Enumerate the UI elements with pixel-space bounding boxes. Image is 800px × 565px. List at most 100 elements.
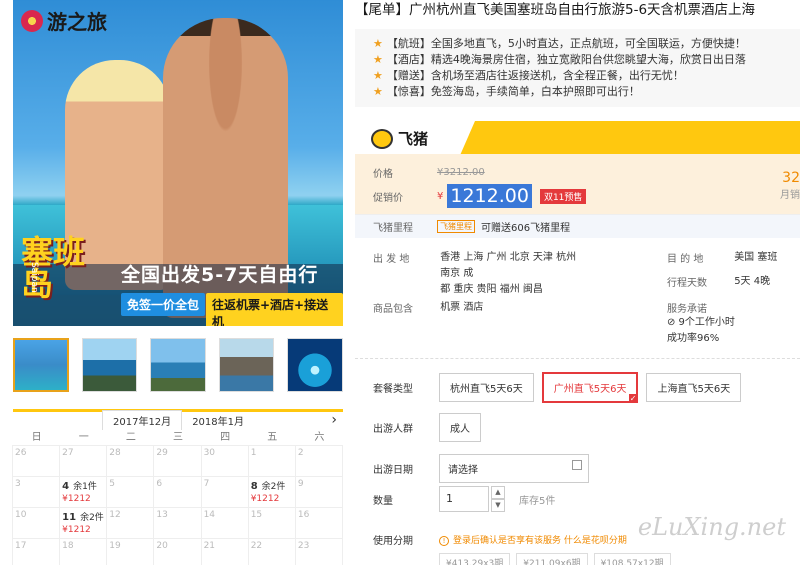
promo-price: ¥ 1212.00: [437, 184, 532, 208]
calendar-day: 1: [247, 445, 296, 477]
calendar-day[interactable]: 11 余2件 ¥1212: [59, 507, 108, 539]
calendar-day-stock: 余2件: [80, 513, 104, 523]
calendar-day-number: 3: [15, 479, 21, 489]
calendar-day-number: 6: [156, 479, 163, 489]
original-price-row: 价格 ¥3212.00: [373, 160, 800, 184]
calendar-day[interactable]: 8 余2件 ¥1212: [247, 476, 296, 508]
calendar-day-number: 15: [250, 510, 263, 520]
destination-value: 美国 塞班: [734, 252, 778, 263]
miles-row: 飞猪里程 飞猪里程 可赠送606飞猪里程: [355, 214, 800, 238]
tab-month-1[interactable]: 2017年12月: [102, 410, 183, 430]
fliggy-logo-text: 飞猪: [398, 130, 429, 148]
decrement-button[interactable]: ▼: [491, 499, 505, 512]
thumbnail-3[interactable]: [150, 338, 206, 392]
package-type-row: 套餐类型 杭州直飞5天6天 广州直飞5天6天 上海直飞5天6天: [373, 372, 749, 403]
calendar-day: 22: [247, 538, 296, 565]
installment-option-12[interactable]: ¥108.57x12期: [593, 553, 671, 565]
currency-symbol: ¥: [437, 190, 444, 202]
thumbnail-5[interactable]: [287, 338, 343, 392]
thumbnail-2[interactable]: [81, 338, 138, 392]
calendar-day-number: 5: [109, 479, 116, 489]
calendar-day-number: 13: [156, 510, 168, 520]
calendar-day-number: 27: [62, 448, 74, 458]
calendar-day: 3: [12, 476, 61, 508]
miles-text: 可赠送606飞猪里程: [481, 223, 571, 234]
service-row: 服务承诺 ⊘ 9个工作小时 成功率96%: [667, 300, 800, 347]
destination-label: 目 的 地: [667, 254, 704, 265]
chevron-right-icon[interactable]: ›: [331, 412, 337, 428]
thumbnail-4[interactable]: [218, 338, 275, 392]
calendar-day-stock: 余2件: [261, 482, 286, 492]
calendar-day-price: ¥1212: [62, 494, 91, 504]
departure-values: 香港 上海 广州 北京 天津 杭州 南京 成 都 重庆 贵阳 福州 闽昌: [440, 250, 586, 298]
promo-price-row: 促销价 ¥ 1212.00 双11预售: [373, 184, 800, 208]
original-price-label: 价格: [373, 168, 393, 180]
feature-item: ★ 【赠送】含机场至酒店往返接送机，含全程正餐，出行无忧！: [373, 68, 790, 84]
installment-help-link[interactable]: 什么是花呗分期: [564, 536, 627, 546]
package-option-guangzhou[interactable]: 广州直飞5天6天: [541, 372, 639, 403]
travel-date-input[interactable]: 请选择: [439, 454, 589, 483]
quantity-label: 数量: [373, 495, 393, 507]
calendar-day-stock: 余1件: [73, 482, 97, 492]
duration-label: 行程天数: [667, 278, 707, 289]
includes-label: 商品包含: [373, 304, 413, 315]
installment-option-3[interactable]: ¥413.29x3期: [439, 553, 511, 565]
package-option-hangzhou[interactable]: 杭州直飞5天6天: [439, 373, 534, 402]
calendar-day: 16: [294, 507, 343, 539]
thumbnail-1[interactable]: [13, 338, 69, 392]
calendar-day-number: 28: [109, 448, 121, 458]
weekday-label: 三: [172, 432, 183, 443]
calendar-day: 6: [153, 476, 202, 508]
weekday-label: 五: [267, 432, 278, 443]
travel-date-label: 出游日期: [373, 465, 413, 476]
departure-label: 出 发 地: [373, 254, 410, 265]
calendar-day: 27: [59, 445, 108, 477]
miles-label: 飞猪里程: [373, 223, 413, 234]
price-box: 价格 ¥3212.00 促销价 ¥ 1212.00 双11预售 32 月销: [355, 154, 800, 214]
feature-item: ★ 【酒店】精选4晚海景房住宿，独立宽敞阳台供您眺望大海，欣赏日出日落: [373, 52, 790, 68]
calendar-day: 20: [153, 538, 202, 565]
tab-month-2[interactable]: 2018年1月: [182, 411, 254, 430]
product-hero-image[interactable]: 游之旅 塞班岛 Saipan 全国出发5-7天自由行 免签一价全包 往返机票+酒…: [13, 0, 343, 326]
calendar-day-price: ¥1212: [62, 525, 91, 535]
calendar-grid: 26 27 28 29 30 1 2 3 4 余1件 ¥1212 5 6 7 8 余2件 ¥1212 9 10 11 余…: [12, 445, 343, 565]
calendar-day: 17: [12, 538, 61, 565]
star-icon: ★: [373, 37, 383, 50]
duration-row: 行程天数 5天 4晚: [667, 274, 770, 290]
service-line-1: ⊘ 9个工作小时: [667, 317, 735, 328]
weekday-label: 一: [78, 432, 89, 443]
quantity-input[interactable]: 1: [439, 486, 489, 512]
calendar-day: 10: [12, 507, 61, 539]
calendar-day: 12: [106, 507, 155, 539]
fliggy-logo: 飞猪: [371, 128, 428, 149]
calendar-day: 21: [200, 538, 249, 565]
package-type-label: 套餐类型: [373, 384, 413, 395]
stock-count: 库存5件: [519, 495, 556, 507]
thumbnail-strip: [13, 338, 343, 392]
service-label: 服务承诺: [667, 304, 707, 315]
weekday-label: 六: [314, 432, 325, 443]
calendar-day-number: 1: [250, 448, 257, 458]
monthly-sales-label: 月销: [780, 190, 800, 201]
package-option-shanghai[interactable]: 上海直飞5天6天: [646, 373, 742, 402]
service-values: ⊘ 9个工作小时 成功率96%: [667, 315, 735, 347]
traveler-option-adult[interactable]: 成人: [439, 413, 481, 442]
increment-button[interactable]: ▲: [491, 486, 505, 499]
service-line-2: 成功率96%: [667, 333, 720, 344]
hero-headline: 全国出发5-7天自由行: [121, 264, 319, 286]
product-info: 出 发 地 香港 上海 广州 北京 天津 杭州 南京 成 都 重庆 贵阳 福州 …: [355, 238, 800, 344]
brand-logo: 游之旅: [21, 6, 107, 35]
calendar-day[interactable]: 4 余1件 ¥1212: [59, 476, 108, 508]
quantity-stepper: 1 ▲ ▼: [439, 486, 505, 512]
includes-row: 商品包含 机票 酒店: [373, 300, 483, 316]
left-column: 游之旅 塞班岛 Saipan 全国出发5-7天自由行 免签一价全包 往返机票+酒…: [0, 0, 345, 565]
calendar-day: 9: [294, 476, 343, 508]
traveler-type-row: 出游人群 成人: [373, 413, 489, 442]
original-price: ¥3212.00: [437, 166, 485, 178]
destination-row: 目 的 地 美国 塞班: [667, 250, 777, 266]
installment-option-6[interactable]: ¥211.09x6期: [516, 553, 588, 565]
calendar-day: 13: [153, 507, 202, 539]
monthly-sales-value: 32: [782, 170, 800, 186]
weekday-label: 日: [31, 432, 42, 443]
includes-value: 机票 酒店: [440, 302, 484, 313]
